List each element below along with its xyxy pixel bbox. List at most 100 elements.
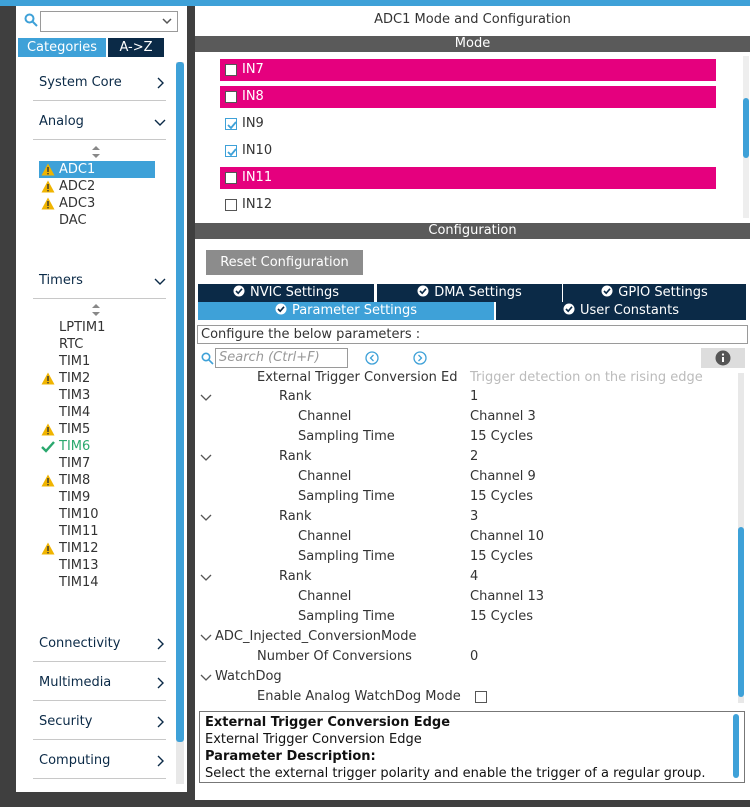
sampling-time-row[interactable]: Sampling Time 15 Cycles [200,607,738,627]
scrollbar-thumb[interactable] [176,62,184,742]
pin-row-in7[interactable]: IN7 [220,59,716,81]
chevron-down-icon[interactable] [200,631,212,643]
pin-checkbox[interactable] [225,145,237,157]
previous-match-icon[interactable] [365,351,379,365]
rank-row[interactable]: Rank 3 [200,507,738,527]
sampling-time-row[interactable]: Sampling Time 15 Cycles [200,487,738,507]
tab-nvic-settings[interactable]: NVIC Settings [198,284,374,302]
pin-checkbox[interactable] [225,91,237,103]
warning-icon [41,197,55,210]
parameter-search-input[interactable]: Search (Ctrl+F) [215,348,348,368]
info-button[interactable] [701,348,745,368]
category-connectivity[interactable]: Connectivity [39,636,166,656]
peripheral-tim10[interactable]: TIM10 [39,506,155,523]
chevron-down-icon[interactable] [200,391,212,403]
category-timers[interactable]: Timers [39,273,166,293]
scrollbar-thumb[interactable] [738,527,744,697]
description-scrollbar[interactable] [733,714,739,778]
category-label: Security [39,714,93,729]
chevron-down-icon[interactable] [200,671,212,683]
pin-row-in10[interactable]: IN10 [220,140,716,162]
tab-parameter-settings[interactable]: Parameter Settings [198,302,494,320]
sort-icon[interactable] [91,304,101,316]
pin-checkbox[interactable] [225,199,237,211]
pin-row-in8[interactable]: IN8 [220,86,716,108]
peripheral-adc1[interactable]: ADC1 [39,161,155,178]
category-security[interactable]: Security [39,714,166,734]
param-row-number-of-conversions[interactable]: Number Of Conversions 0 [200,647,738,667]
tab-dma-settings[interactable]: DMA Settings [377,284,562,302]
rank-row[interactable]: Rank 2 [200,447,738,467]
reset-configuration-button[interactable]: Reset Configuration [206,250,363,275]
param-key: Channel [298,529,352,544]
sampling-time-row[interactable]: Sampling Time 15 Cycles [200,547,738,567]
chevron-right-icon [157,638,164,650]
pin-row-in9[interactable]: IN9 [220,113,716,135]
category-system-core[interactable]: System Core [39,75,166,95]
chevron-down-icon[interactable] [200,451,212,463]
tab-user-constants[interactable]: User Constants [496,302,746,320]
param-row-trigger-edge[interactable]: External Trigger Conversion Ed Trigger de… [200,370,738,388]
pin-checkbox[interactable] [225,64,237,76]
channel-row[interactable]: Channel Channel 13 [200,587,738,607]
category-computing[interactable]: Computing [39,753,166,773]
watchdog-checkbox[interactable] [475,691,487,703]
chevron-down-icon[interactable] [200,511,212,523]
peripheral-dac[interactable]: DAC [39,212,155,229]
pin-checkbox[interactable] [225,172,237,184]
pin-checkbox[interactable] [225,118,237,130]
mode-scrollbar[interactable] [743,56,749,218]
category-analog[interactable]: Analog [39,114,166,134]
peripheral-tim12[interactable]: TIM12 [39,540,155,557]
peripheral-adc3[interactable]: ADC3 [39,195,155,212]
left-scrollbar[interactable] [176,62,184,784]
scrollbar-thumb[interactable] [743,98,749,158]
peripheral-tim6[interactable]: TIM6 [39,438,155,455]
peripheral-tim14[interactable]: TIM14 [39,574,155,591]
sampling-time-row[interactable]: Sampling Time 15 Cycles [200,427,738,447]
peripheral-tim1[interactable]: TIM1 [39,353,155,370]
search-icon[interactable] [201,352,214,365]
param-row-enable-watchdog[interactable]: Enable Analog WatchDog Mode [200,687,738,703]
description-subtitle: External Trigger Conversion Edge [205,732,422,747]
param-value: Channel 3 [470,409,536,424]
channel-row[interactable]: Channel Channel 9 [200,467,738,487]
peripheral-search-input[interactable] [40,11,178,32]
tree-scrollbar[interactable] [738,373,744,703]
next-match-icon[interactable] [413,351,427,365]
sort-icon[interactable] [91,146,101,158]
pin-row-in11[interactable]: IN11 [220,167,716,189]
peripheral-tim7[interactable]: TIM7 [39,455,155,472]
rank-row[interactable]: Rank 4 [200,567,738,587]
chevron-down-icon[interactable] [161,15,173,27]
search-icon[interactable] [24,13,38,27]
peripheral-tim4[interactable]: TIM4 [39,404,155,421]
peripheral-tim11[interactable]: TIM11 [39,523,155,540]
check-circle-icon [601,285,613,297]
tab-categories[interactable]: Categories [18,38,106,57]
peripheral-tim8[interactable]: TIM8 [39,472,155,489]
peripheral-tim9[interactable]: TIM9 [39,489,155,506]
tab-a-z[interactable]: A->Z [108,38,164,57]
channel-row[interactable]: Channel Channel 3 [200,407,738,427]
peripheral-adc2[interactable]: ADC2 [39,178,155,195]
peripheral-tim3[interactable]: TIM3 [39,387,155,404]
peripheral-label: TIM11 [59,524,99,539]
pin-row-in12[interactable]: IN12 [220,194,716,216]
peripheral-tim2[interactable]: TIM2 [39,370,155,387]
description-param-label: Parameter Description: [205,749,376,764]
pin-label: IN7 [242,62,264,77]
peripheral-tim5[interactable]: TIM5 [39,421,155,438]
chevron-down-icon[interactable] [200,571,212,583]
rank-row[interactable]: Rank 1 [200,387,738,407]
group-watchdog[interactable]: WatchDog [200,667,738,687]
category-divider [33,661,166,662]
peripheral-lptim1[interactable]: LPTIM1 [39,319,155,336]
peripheral-rtc[interactable]: RTC [39,336,155,353]
category-multimedia[interactable]: Multimedia [39,675,166,695]
main-panel: ADC1 Mode and Configuration Mode IN7 IN8 I… [195,6,750,800]
group-injected-conversion-mode[interactable]: ADC_Injected_ConversionMode [200,627,738,647]
tab-gpio-settings[interactable]: GPIO Settings [563,284,746,302]
peripheral-tim13[interactable]: TIM13 [39,557,155,574]
channel-row[interactable]: Channel Channel 10 [200,527,738,547]
